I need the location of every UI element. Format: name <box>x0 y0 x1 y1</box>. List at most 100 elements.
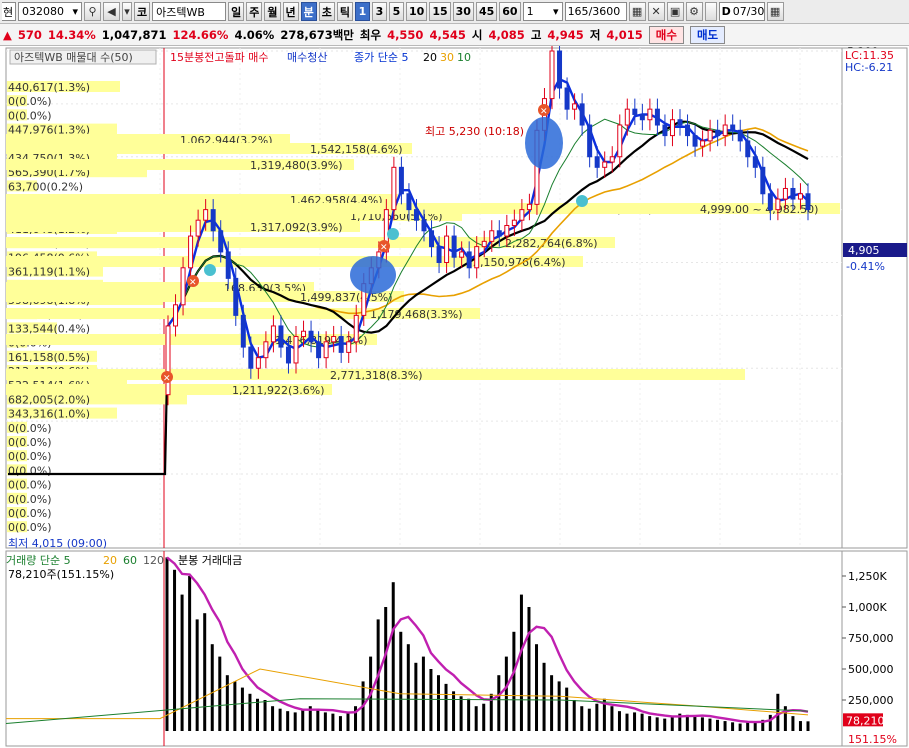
sell-button[interactable]: 매도 <box>689 25 726 44</box>
interval-3[interactable]: 3 <box>372 2 387 21</box>
ma-legend-period: 10 <box>457 51 471 64</box>
interval-10[interactable]: 10 <box>406 2 428 21</box>
candle-body <box>398 166 404 195</box>
menu-mark[interactable]: 현 <box>2 2 16 21</box>
settings-icon[interactable]: ⚙ <box>685 2 703 21</box>
volume-bar <box>512 631 516 731</box>
profile-label: 0(0.0%) <box>8 493 52 506</box>
period-day[interactable]: 일 <box>228 2 245 21</box>
current-price: 4,905 <box>848 244 880 257</box>
period-year[interactable]: 년 <box>282 2 299 21</box>
profile-label: 0(0.0%) <box>8 436 52 449</box>
period-tick[interactable]: 틱 <box>336 2 353 21</box>
exit-signal-marker[interactable] <box>387 228 399 240</box>
exit-signal-marker[interactable] <box>204 264 216 276</box>
interval-60[interactable]: 60 <box>499 2 521 21</box>
volume-bar <box>572 700 576 731</box>
date-field[interactable]: D 07/30 <box>718 2 765 21</box>
interval-30[interactable]: 30 <box>452 2 474 21</box>
interval-5[interactable]: 5 <box>389 2 404 21</box>
stock-name: 아즈텍WB <box>156 5 205 19</box>
best-ask: 4,550 <box>387 27 424 42</box>
turnover-pct: 4.06% <box>234 27 275 42</box>
volume-tick-label: 500,000 <box>848 663 894 676</box>
chevron-down-icon[interactable]: ▾ <box>122 2 132 21</box>
volume-bar <box>663 718 667 731</box>
volume-bar <box>173 569 177 731</box>
search-icon[interactable]: ⚲ <box>84 2 101 21</box>
change-pct: 14.34% <box>47 27 96 42</box>
period-month[interactable]: 월 <box>264 2 281 21</box>
candle-body <box>715 129 721 137</box>
stock-chart[interactable]: 5,2005,1005,0004,9004,8004,7004,6004,500… <box>0 46 909 748</box>
crosshair-icon[interactable]: ✕ <box>647 2 665 21</box>
volume-bar <box>436 675 440 731</box>
candle-body <box>481 240 487 248</box>
profile-label: 1,319,480(3.9%) <box>250 159 343 172</box>
volume-bar <box>399 631 403 731</box>
period-week[interactable]: 주 <box>246 2 263 21</box>
candle-body <box>685 124 691 137</box>
change-value: 570 <box>17 27 42 42</box>
volume-bar <box>640 713 644 731</box>
stock-code-input[interactable]: 032080 ▾ <box>18 2 82 21</box>
volume-bar <box>210 644 214 731</box>
interval-1[interactable]: 1 <box>355 2 370 21</box>
count-field[interactable]: 165/3600 <box>564 2 627 21</box>
unit-select[interactable]: 1 ▾ <box>522 2 563 21</box>
amount-value: 278,673백만 <box>280 27 354 42</box>
profile-label: 0(0.0%) <box>8 95 52 108</box>
profile-label: 361,119(1.1%) <box>8 266 90 279</box>
volume-bar <box>452 691 456 731</box>
candle-body <box>519 209 525 221</box>
candle-body <box>308 330 314 343</box>
volume-tick-label: 750,000 <box>848 632 894 645</box>
volume-bar <box>271 706 275 731</box>
candle-body <box>451 235 457 258</box>
candle-body <box>790 187 796 200</box>
candle-body <box>654 108 660 126</box>
period-second[interactable]: 초 <box>318 2 335 21</box>
volume-title: 거래량 단순 5 <box>6 554 71 567</box>
candle-body <box>301 330 307 338</box>
interval-15[interactable]: 15 <box>429 2 451 21</box>
volume-bar <box>670 716 674 731</box>
candle-body <box>421 219 427 232</box>
candle-body <box>752 156 758 168</box>
candle-body <box>180 267 186 306</box>
profile-label: 63,700(0.2%) <box>8 180 83 193</box>
volume-bar <box>331 713 335 731</box>
volume-bar <box>738 723 742 731</box>
market-label[interactable]: 코 <box>134 2 151 21</box>
current-change: -0.41% <box>846 260 885 273</box>
save-icon[interactable]: ▣ <box>666 2 684 21</box>
buy-signal-glyph: ✕ <box>189 278 197 288</box>
high-annotation: 최고 5,230 (10:18) <box>425 125 524 138</box>
strategy-exit-label: 매수청산 <box>287 51 327 64</box>
candle-body <box>647 108 653 121</box>
speaker-icon[interactable]: ◀ <box>103 2 120 21</box>
ma-legend: 종가 단순 5 <box>354 51 408 64</box>
period-minute[interactable]: 분 <box>300 2 317 21</box>
candle-body <box>496 230 502 237</box>
checkbox[interactable] <box>704 2 717 21</box>
profile-label: 2,771,318(8.3%) <box>330 369 423 382</box>
candle-body <box>248 346 254 369</box>
calendar-icon[interactable]: ▦ <box>766 2 784 21</box>
volume-bar <box>768 714 772 731</box>
grid-icon[interactable]: ▦ <box>628 2 646 21</box>
buy-button[interactable]: 매수 <box>648 25 684 44</box>
best-label: 최우 <box>359 27 382 42</box>
candle-body <box>278 325 284 348</box>
volume-bar <box>791 716 795 731</box>
candle-body <box>218 230 224 253</box>
volume-bar <box>731 722 735 731</box>
low-label: 저 <box>589 27 601 42</box>
candle-body <box>730 124 736 131</box>
stock-name-field[interactable]: 아즈텍WB <box>152 2 227 21</box>
candle-body <box>413 209 419 221</box>
interval-45[interactable]: 45 <box>475 2 498 21</box>
candle-body <box>225 251 231 279</box>
candle-body <box>782 187 788 200</box>
exit-signal-marker[interactable] <box>576 195 588 207</box>
